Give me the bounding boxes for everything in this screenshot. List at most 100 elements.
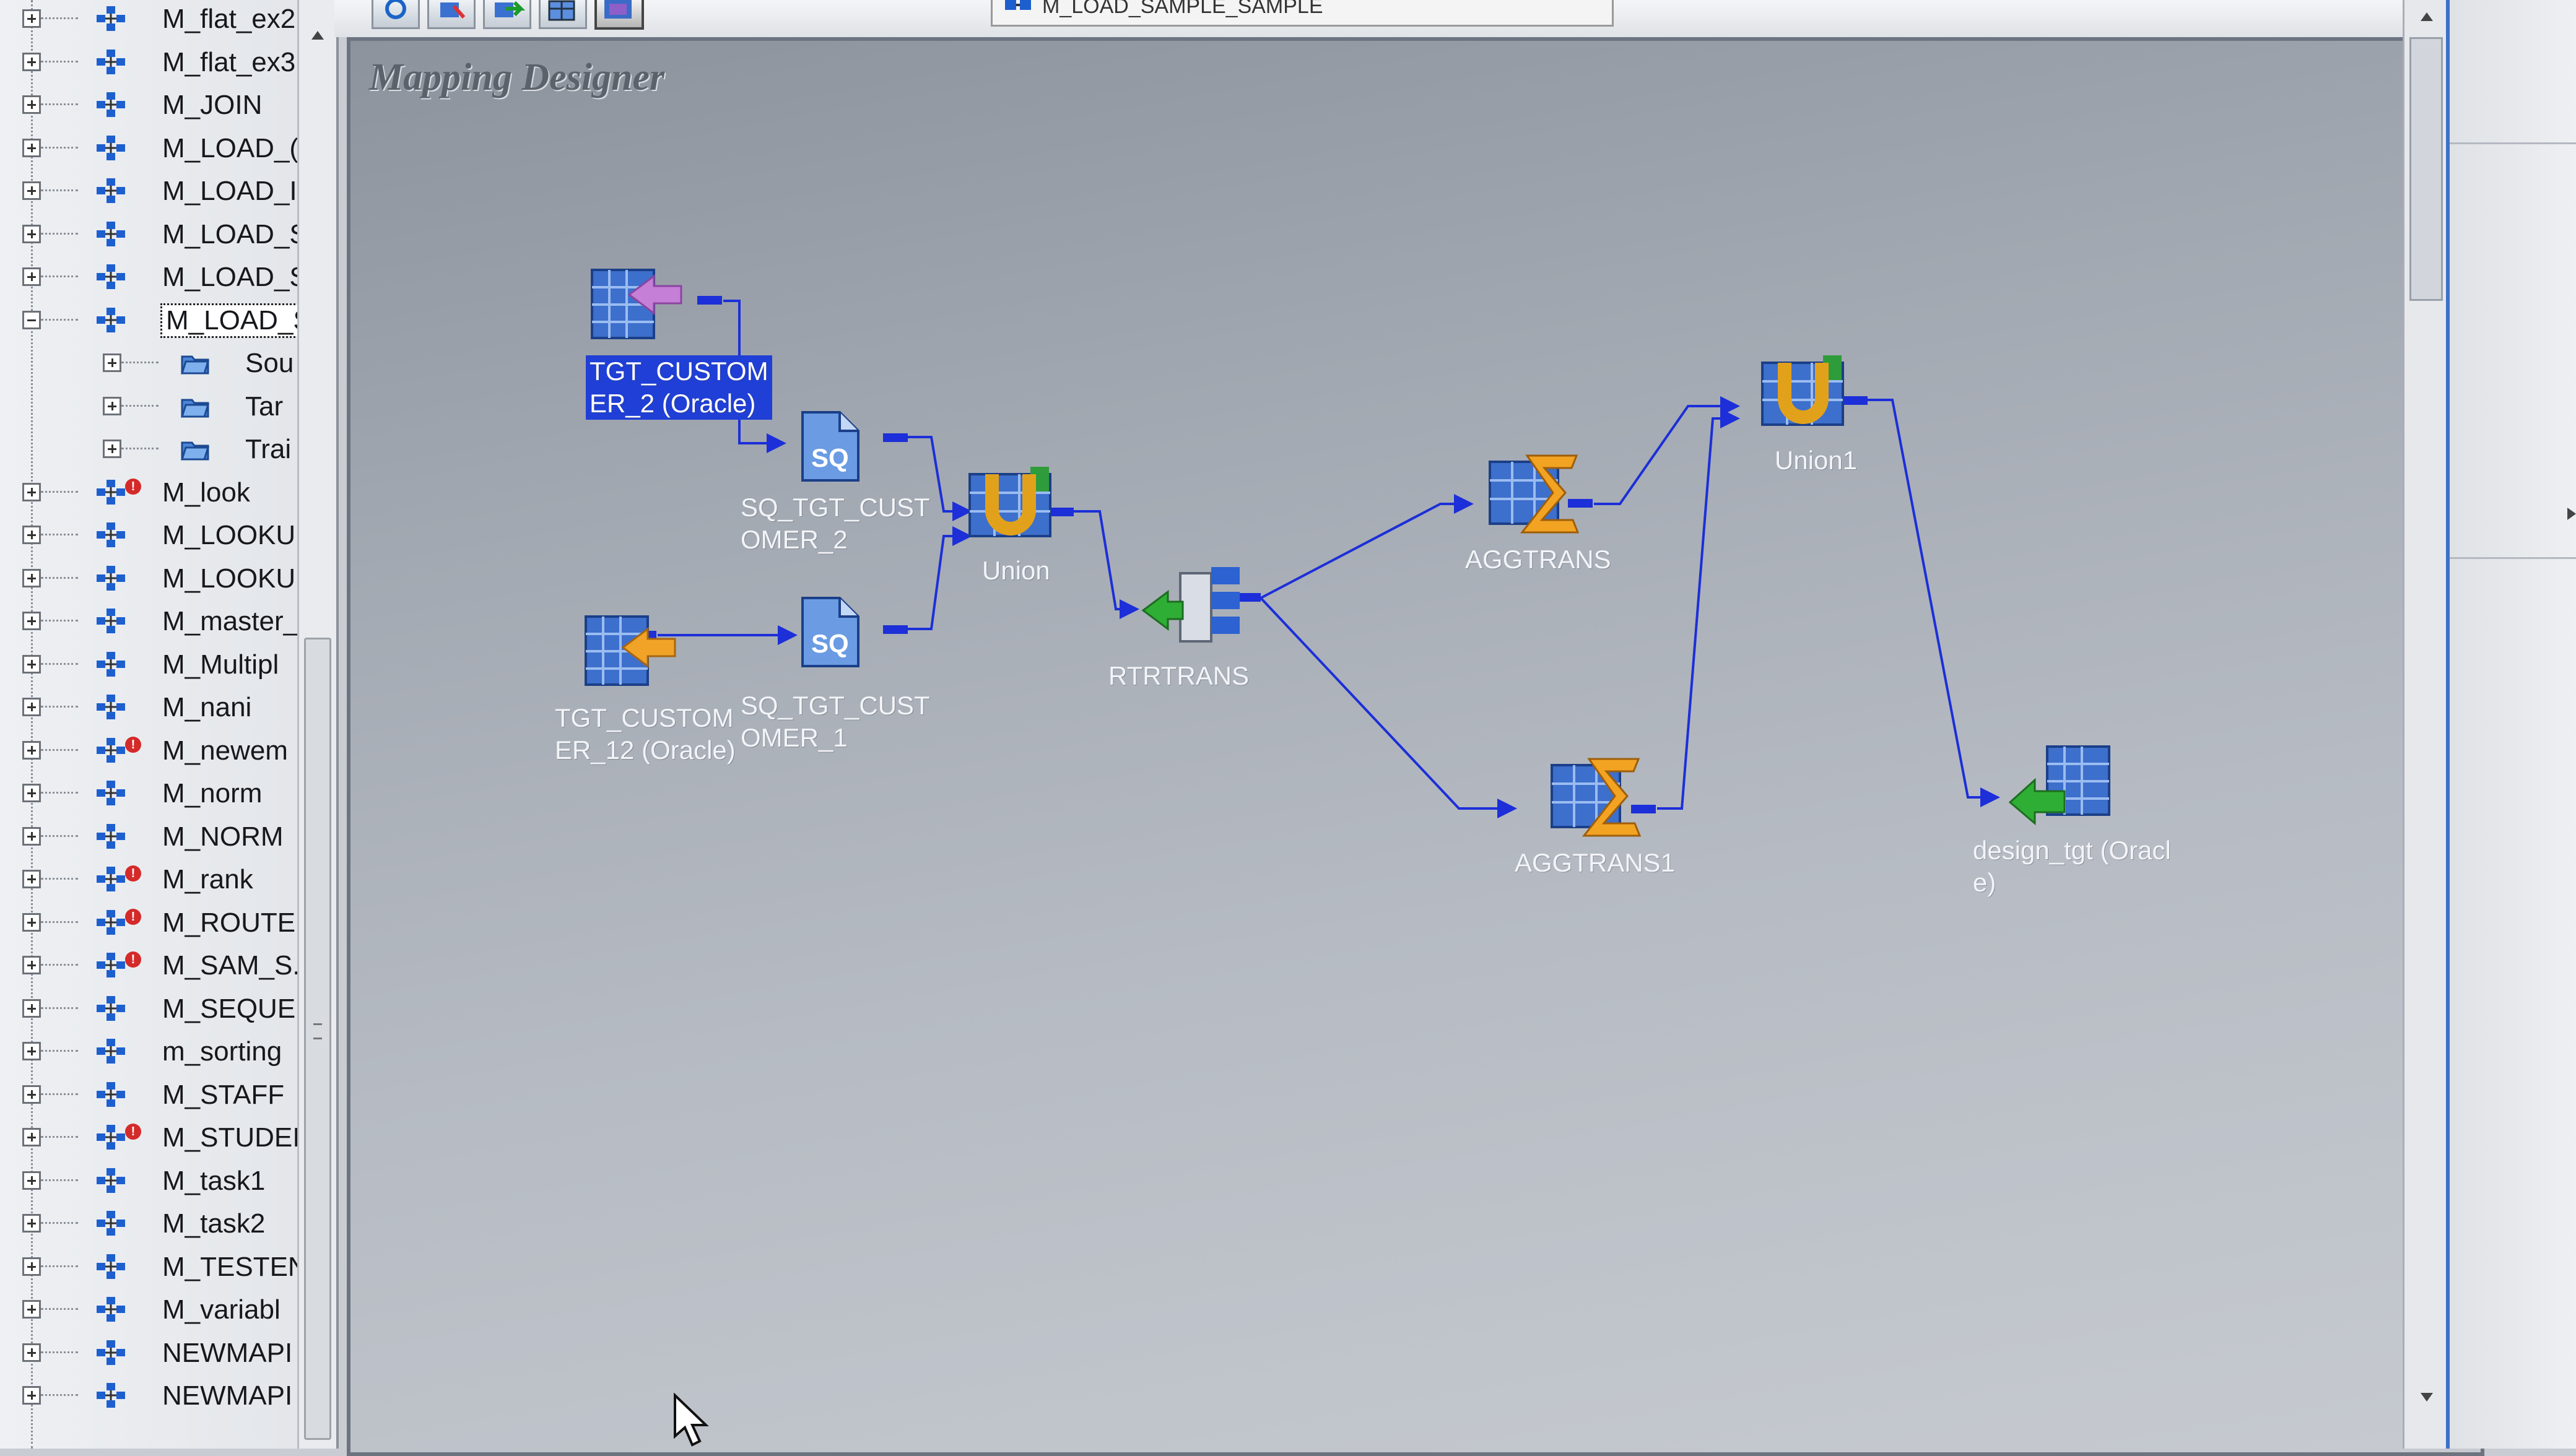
node-aggtrans1[interactable]: AGGTRANS1 — [1515, 740, 1713, 901]
node-union[interactable]: Union — [957, 449, 1081, 610]
toolbar-arrange-button[interactable] — [427, 0, 476, 29]
expand-icon[interactable] — [103, 353, 121, 372]
tree-item[interactable]: NEWMAPI — [0, 1376, 297, 1415]
tree-item[interactable]: m_sorting — [0, 1031, 297, 1071]
expand-icon[interactable] — [22, 138, 41, 157]
tree-item[interactable]: M_LOAD_( — [0, 128, 297, 168]
node-sq-tgt-customer-1[interactable]: SQ SQ_TGT_CUST OMER_1 — [741, 586, 951, 752]
workspace-scroll-thumb[interactable] — [2409, 37, 2443, 301]
expand-icon[interactable] — [22, 612, 41, 630]
expand-icon[interactable] — [22, 826, 41, 846]
node-sq-tgt-customer-2[interactable]: SQ SQ_TGT_CUST OMER_2 — [741, 388, 951, 554]
tree-connector — [41, 275, 78, 277]
tree-item[interactable]: ! M_SAM_S. — [0, 945, 297, 985]
toolbar-iconize-button[interactable] — [539, 0, 587, 29]
tree-item[interactable]: M_LOOKU — [0, 515, 297, 555]
tree-item[interactable]: NEWMAPI — [0, 1333, 297, 1372]
tree-item[interactable]: ! M_newem — [0, 730, 297, 770]
tree-child-item[interactable]: Tar — [0, 386, 297, 426]
tree-item[interactable]: M_nani — [0, 687, 297, 727]
navigator-tree[interactable]: M_flat_ex2 M_flat_ex3 M_JOIN M_LOAD_(M_LOAD… — [0, 0, 300, 1449]
tree-item[interactable]: M_NORM — [0, 817, 297, 856]
toolbar-validate-button[interactable] — [483, 0, 531, 29]
tree-item[interactable]: M_LOOKU — [0, 558, 297, 598]
expand-icon[interactable] — [22, 181, 41, 200]
expand-icon[interactable] — [103, 396, 121, 415]
navigator-scrollbar[interactable] — [297, 0, 339, 1449]
expand-icon[interactable] — [22, 956, 41, 974]
expand-icon[interactable] — [22, 1257, 41, 1276]
mapping-icon — [93, 737, 128, 763]
tree-item[interactable]: M_task2 — [0, 1203, 297, 1243]
expand-icon[interactable] — [22, 698, 41, 716]
tree-item[interactable]: ! M_rank — [0, 859, 297, 899]
tree-child-item[interactable]: Trai — [0, 429, 297, 469]
scroll-down-arrow-icon[interactable] — [2421, 1393, 2433, 1402]
expand-icon[interactable] — [22, 740, 41, 760]
scroll-right-arrow-icon[interactable] — [2567, 508, 2576, 520]
tree-item[interactable]: M_flat_ex2 — [0, 0, 297, 38]
expand-icon[interactable] — [22, 1128, 41, 1146]
mapping-tab[interactable]: M_LOAD_SAMPLE_SAMPLE — [991, 0, 1614, 27]
tree-item[interactable]: ! M_STUDEI — [0, 1117, 297, 1157]
node-tgt-customer-12[interactable]: TGT_CUSTOM ER_12 (Oracle) — [555, 598, 765, 765]
tree-item[interactable]: M_variabl — [0, 1289, 297, 1329]
node-aggtrans[interactable]: AGGTRANS — [1465, 437, 1651, 598]
expand-icon[interactable] — [22, 95, 41, 114]
expand-icon[interactable] — [22, 999, 41, 1018]
tree-item[interactable]: ! M_ROUTE — [0, 903, 297, 942]
scroll-up-arrow-icon[interactable] — [311, 31, 324, 40]
expand-icon[interactable] — [22, 784, 41, 802]
tree-item[interactable]: M_LOAD_S — [0, 257, 297, 297]
expand-icon[interactable] — [22, 1300, 41, 1319]
router-icon — [1141, 567, 1240, 643]
node-design-tgt[interactable]: design_tgt (Oracl e) — [1973, 728, 2208, 914]
aggregator-icon — [1489, 454, 1580, 534]
collapse-icon[interactable] — [22, 310, 41, 329]
expand-icon[interactable] — [22, 1386, 41, 1405]
workspace-vertical-scrollbar[interactable] — [2403, 0, 2448, 1449]
tree-item[interactable]: M_norm — [0, 773, 297, 813]
tree-item[interactable]: ! M_look — [0, 472, 297, 512]
tree-item[interactable]: M_LOAD_S — [0, 214, 297, 254]
tree-item[interactable]: M_SEQUEI — [0, 989, 297, 1028]
expand-icon[interactable] — [22, 870, 41, 888]
expand-icon[interactable] — [22, 9, 41, 28]
expand-icon[interactable] — [22, 224, 41, 243]
tree-item[interactable]: M_JOIN — [0, 85, 297, 124]
navigator-scroll-thumb[interactable] — [304, 638, 331, 1440]
tree-item[interactable]: M_Multipl — [0, 644, 297, 684]
toolbar-refresh-button[interactable] — [372, 0, 420, 29]
node-rtrtrans[interactable]: RTRTRANS — [1106, 548, 1292, 709]
tree-item[interactable]: M_LOAD_I — [0, 171, 297, 210]
tree-item[interactable]: M_master_ — [0, 601, 297, 641]
mapping-icon — [93, 995, 128, 1021]
expand-icon[interactable] — [22, 654, 41, 674]
tree-item-label: M_task2 — [162, 1208, 266, 1239]
mapping-icon — [93, 1211, 128, 1236]
expand-icon[interactable] — [22, 912, 41, 932]
tree-item[interactable]: M_flat_ex3 — [0, 42, 297, 82]
scroll-up-arrow-icon[interactable] — [2421, 12, 2433, 21]
expand-icon[interactable] — [22, 267, 41, 286]
mapping-designer-workspace[interactable]: Mapping Designer TGT_CUSTOM ER_2 (Oracle… — [347, 37, 2484, 1456]
tree-item[interactable]: M_task1 — [0, 1161, 297, 1200]
tree-item[interactable]: M_LOAD_S — [0, 300, 297, 340]
arrange-icon — [440, 2, 466, 19]
tree-connector — [41, 792, 78, 794]
tree-child-item[interactable]: Sou — [0, 343, 297, 383]
node-union1[interactable]: Union1 — [1750, 338, 1899, 499]
expand-icon[interactable] — [22, 1214, 41, 1233]
expand-icon[interactable] — [22, 1171, 41, 1190]
toolbar-toggle-button[interactable] — [594, 0, 644, 30]
expand-icon[interactable] — [22, 482, 41, 501]
tree-item[interactable]: M_TESTEN — [0, 1247, 297, 1286]
expand-icon[interactable] — [22, 568, 41, 587]
expand-icon[interactable] — [22, 1042, 41, 1060]
tree-item[interactable]: M_STAFF — [0, 1075, 297, 1114]
expand-icon[interactable] — [22, 1343, 41, 1362]
expand-icon[interactable] — [22, 526, 41, 544]
expand-icon[interactable] — [22, 1085, 41, 1104]
expand-icon[interactable] — [103, 440, 121, 458]
expand-icon[interactable] — [22, 52, 41, 71]
